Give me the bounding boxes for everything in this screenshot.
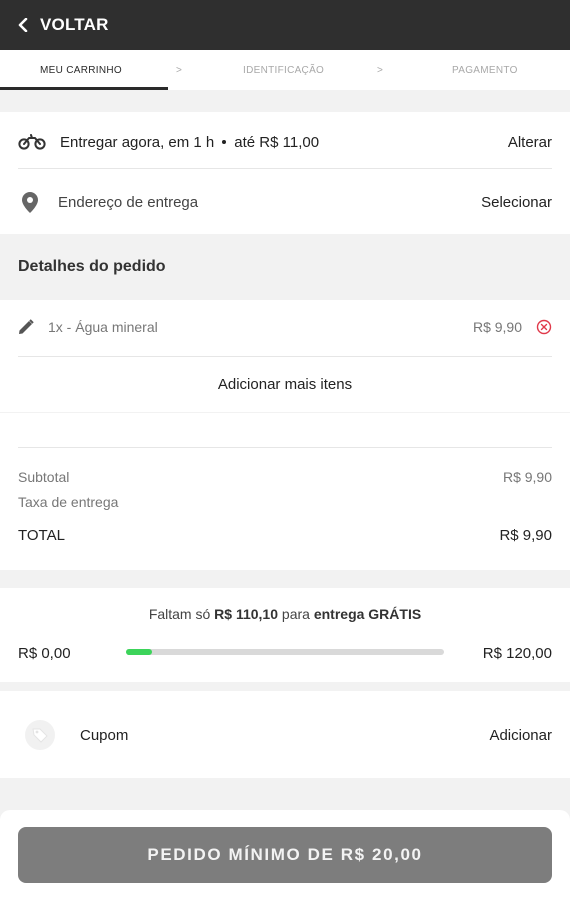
add-more-items-button[interactable]: Adicionar mais itens [218,376,352,393]
order-item-price: R$ 9,90 [472,319,522,335]
delivery-fee-estimate: até R$ 11,00 [234,133,320,151]
step-identification[interactable]: IDENTIFICAÇÃO [243,65,324,76]
pencil-icon[interactable] [18,319,34,335]
footer: PEDIDO MÍNIMO DE R$ 20,00 [0,810,570,900]
remove-circle-icon[interactable] [536,319,552,335]
order-details-title: Detalhes do pedido [18,258,166,275]
separator-dot [222,140,227,144]
range-max-label: R$ 120,00 [482,644,552,662]
summary-card: Subtotal R$ 9,90 Taxa de entrega TOTAL R… [0,413,570,570]
divider [18,356,552,357]
free-shipping-remaining: R$ 110,10 [214,606,279,622]
active-step-indicator [0,87,168,90]
step-payment[interactable]: PAGAMENTO [452,65,518,76]
coupon-card: Cupom Adicionar [0,691,570,778]
subtotal-value: R$ 9,90 [502,469,552,485]
back-button[interactable]: VOLTAR [40,15,109,35]
coupon-tag-icon [24,719,56,751]
total-row: TOTAL R$ 9,90 [18,525,552,545]
subtotal-label: Subtotal [18,469,70,485]
total-label: TOTAL [18,526,65,544]
add-coupon-button[interactable]: Adicionar [489,727,552,744]
free-shipping-message: Faltam só R$ 110,10 para entrega GRÁTIS [0,606,570,622]
checkout-steps: MEU CARRINHO > IDENTIFICAÇÃO > PAGAMENTO [0,50,570,90]
free-shipping-prefix: Faltam só [148,606,211,622]
order-item-label: 1x - Água mineral [48,319,158,335]
free-shipping-card: Faltam só R$ 110,10 para entrega GRÁTIS … [0,588,570,682]
delivery-card: Entregar agora, em 1 h até R$ 11,00 Alte… [0,112,570,234]
step-my-cart[interactable]: MEU CARRINHO [40,65,122,76]
add-more-row: Adicionar mais itens [18,366,552,402]
divider [18,168,552,169]
address-label: Endereço de entrega [58,193,199,211]
coupon-row: Cupom Adicionar [18,715,552,755]
delivery-time: Entregar agora, em 1 h [60,133,215,151]
select-address-button[interactable]: Selecionar [481,194,552,211]
chevron-left-icon[interactable] [18,18,28,32]
progress-fill [126,649,153,655]
delivery-fee-label: Taxa de entrega [18,494,119,510]
change-delivery-button[interactable]: Alterar [508,134,552,151]
total-value: R$ 9,90 [499,526,552,544]
address-row: Endereço de entrega Selecionar [18,184,552,220]
divider [18,447,552,448]
range-min-label: R$ 0,00 [18,644,71,662]
location-pin-icon [22,191,38,213]
order-items-card: 1x - Água mineral R$ 9,90 Adicionar mais… [0,300,570,412]
motorcycle-icon [18,134,46,150]
free-shipping-middle: para [281,606,310,622]
step-separator: > [176,64,183,76]
free-shipping-progress [126,649,444,655]
step-separator: > [377,64,384,76]
free-shipping-suffix: entrega GRÁTIS [313,606,422,622]
top-bar: VOLTAR [0,0,570,50]
order-item-row: 1x - Água mineral R$ 9,90 [18,309,552,345]
delivery-fee-row: Taxa de entrega [18,492,552,512]
coupon-label: Cupom [80,726,129,744]
minimum-order-button[interactable]: PEDIDO MÍNIMO DE R$ 20,00 [18,827,552,883]
subtotal-row: Subtotal R$ 9,90 [18,467,552,487]
delivery-time-row: Entregar agora, em 1 h até R$ 11,00 Alte… [18,124,552,160]
